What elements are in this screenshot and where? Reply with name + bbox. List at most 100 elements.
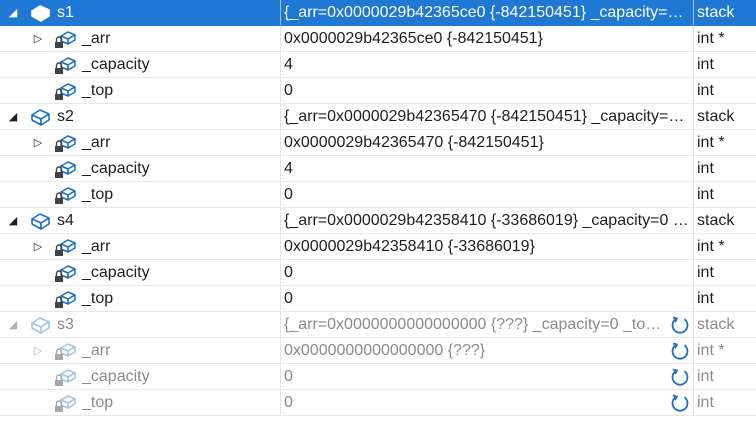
expand-arrow-icon[interactable]: ▷ [32, 234, 44, 260]
private-field-icon [53, 236, 77, 258]
watch-child-row[interactable]: _capacity 0 int [0, 260, 756, 286]
watch-child-row[interactable]: ▷ _arr 0x0000029b42365470 {-842150451} int … [0, 130, 756, 156]
type-cell: int [697, 368, 714, 385]
watch-child-row[interactable]: _top 0 int [0, 286, 756, 312]
column-separator [280, 312, 281, 338]
column-separator [280, 364, 281, 390]
column-separator [280, 208, 281, 234]
column-separator [693, 182, 694, 208]
class-icon [28, 210, 52, 232]
type-cell: int * [697, 238, 725, 255]
column-separator [693, 208, 694, 234]
name-cell: _capacity [0, 364, 280, 390]
column-separator [693, 156, 694, 182]
watch-row-s1[interactable]: ◢ s1 {_arr=0x0000029b42365ce0 {-842150451}… [0, 0, 756, 26]
column-separator [693, 234, 694, 260]
column-separator [693, 26, 694, 52]
value-cell[interactable]: 0x0000029b42365470 {-842150451} [284, 130, 692, 156]
collapse-arrow-icon[interactable]: ◢ [7, 0, 19, 26]
name-cell: _capacity [0, 52, 280, 78]
column-separator [280, 130, 281, 156]
type-cell: stack [697, 4, 735, 21]
value-cell[interactable]: 0x0000000000000000 {???} [284, 338, 692, 364]
watch-row-s4[interactable]: ◢ s4 {_arr=0x0000029b42358410 {-33686019} … [0, 208, 756, 234]
name-cell: ▷ _arr [0, 26, 280, 52]
private-field-icon [53, 184, 77, 206]
private-field-icon [53, 288, 77, 310]
expand-arrow-icon[interactable]: ▷ [32, 338, 44, 364]
watch-row-s3[interactable]: ◢ s3 {_arr=0x0000000000000000 {???} _capac… [0, 312, 756, 338]
expand-arrow-icon[interactable]: ▷ [32, 26, 44, 52]
watch-child-row[interactable]: _top 0 int [0, 78, 756, 104]
type-cell: int [697, 56, 714, 73]
name-cell: _top [0, 78, 280, 104]
value-cell[interactable]: 0 [284, 364, 692, 390]
value-cell[interactable]: 0 [284, 390, 692, 416]
column-separator [280, 78, 281, 104]
name-cell: _capacity [0, 260, 280, 286]
variable-name: _capacity [82, 160, 150, 177]
value-text: 0 [284, 82, 293, 99]
refresh-icon[interactable] [670, 341, 690, 361]
variable-name: s1 [57, 4, 74, 21]
column-separator [693, 390, 694, 416]
variable-name: _capacity [82, 56, 150, 73]
value-cell[interactable]: 0 [284, 78, 692, 104]
variable-name: _arr [82, 30, 111, 47]
column-separator [280, 234, 281, 260]
value-cell[interactable]: {_arr=0x0000029b42365ce0 {-842150451} _c… [284, 0, 692, 26]
watch-child-row[interactable]: ▷ _arr 0x0000000000000000 {???} int * [0, 338, 756, 364]
value-cell[interactable]: {_arr=0x0000000000000000 {???} _capacity… [284, 312, 692, 338]
value-cell[interactable]: 4 [284, 156, 692, 182]
type-cell: int [697, 394, 714, 411]
watch-child-row[interactable]: ▷ _arr 0x0000029b42358410 {-33686019} int * [0, 234, 756, 260]
private-field-icon [53, 158, 77, 180]
class-icon [28, 106, 52, 128]
collapse-arrow-icon[interactable]: ◢ [7, 312, 19, 338]
watch-child-row[interactable]: _capacity 4 int [0, 52, 756, 78]
value-cell[interactable]: 4 [284, 52, 692, 78]
value-cell[interactable]: 0 [284, 182, 692, 208]
value-cell[interactable]: 0x0000029b42365ce0 {-842150451} [284, 26, 692, 52]
name-cell: _top [0, 286, 280, 312]
watch-child-row[interactable]: ▷ _arr 0x0000029b42365ce0 {-842150451} int … [0, 26, 756, 52]
private-field-icon [53, 132, 77, 154]
watch-child-row[interactable]: _top 0 int [0, 182, 756, 208]
value-text: {_arr=0x0000000000000000 {???} _capacity… [284, 316, 662, 333]
column-separator [693, 104, 694, 130]
column-separator [693, 130, 694, 156]
column-separator [693, 312, 694, 338]
expand-arrow-icon[interactable]: ▷ [32, 130, 44, 156]
variable-name: _capacity [82, 368, 150, 385]
refresh-icon[interactable] [670, 393, 690, 413]
value-text: {_arr=0x0000029b42365ce0 {-842150451} _c… [284, 4, 692, 21]
value-cell[interactable]: 0 [284, 286, 692, 312]
watch-row-s2[interactable]: ◢ s2 {_arr=0x0000029b42365470 {-842150451}… [0, 104, 756, 130]
refresh-icon[interactable] [670, 315, 690, 335]
watch-child-row[interactable]: _capacity 4 int [0, 156, 756, 182]
refresh-icon[interactable] [670, 367, 690, 387]
value-cell[interactable]: {_arr=0x0000029b42365470 {-842150451} _c… [284, 104, 692, 130]
name-cell: ◢ s2 [0, 104, 280, 130]
collapse-arrow-icon[interactable]: ◢ [7, 208, 19, 234]
private-field-icon [53, 340, 77, 362]
watch-child-row[interactable]: _capacity 0 int [0, 364, 756, 390]
private-field-icon [53, 54, 77, 76]
type-cell: int [697, 160, 714, 177]
private-field-icon [53, 392, 77, 414]
collapse-arrow-icon[interactable]: ◢ [7, 104, 19, 130]
variable-name: _arr [82, 342, 111, 359]
name-cell: _capacity [0, 156, 280, 182]
column-separator [280, 0, 281, 26]
value-cell[interactable]: {_arr=0x0000029b42358410 {-33686019} _ca… [284, 208, 692, 234]
column-separator [280, 182, 281, 208]
column-separator [693, 364, 694, 390]
variable-name: _top [82, 82, 114, 99]
class-icon [28, 2, 52, 24]
watch-child-row[interactable]: _top 0 int [0, 390, 756, 416]
value-text: 0 [284, 368, 293, 385]
column-separator [280, 390, 281, 416]
value-cell[interactable]: 0x0000029b42358410 {-33686019} [284, 234, 692, 260]
type-cell: stack [697, 212, 735, 229]
value-cell[interactable]: 0 [284, 260, 692, 286]
